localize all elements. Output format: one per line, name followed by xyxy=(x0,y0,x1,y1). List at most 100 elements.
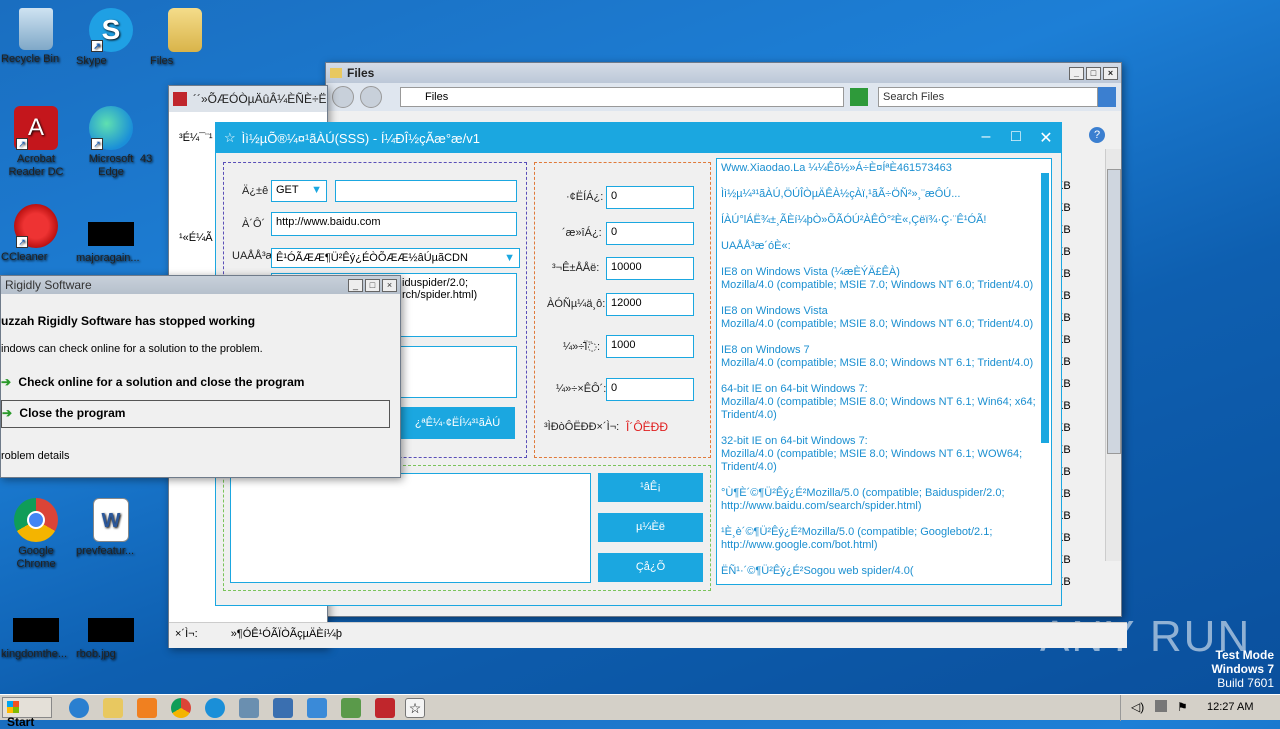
target-input[interactable] xyxy=(335,180,517,202)
problem-details-toggle[interactable]: roblem details xyxy=(1,450,69,462)
button-label: ¹âÊ¡ xyxy=(640,481,661,493)
alive-value: 0 xyxy=(611,226,618,238)
volume-icon[interactable]: ◁) xyxy=(1131,700,1144,714)
close-program-option[interactable]: ➔ Close the program xyxy=(1,400,390,428)
url-value: http://www.baidu.com xyxy=(276,216,381,228)
timeout-field[interactable]: 10000 xyxy=(606,257,694,280)
back-label: ¹«É¼Ã xyxy=(179,232,213,244)
ua-reference-list[interactable]: Www.Xiaodao.La ¼¼Êõ½»Á÷È¤ÍªÈ461573463 Ìì… xyxy=(716,158,1052,585)
minimize-button[interactable]: – xyxy=(971,128,1001,148)
alive-field[interactable]: 0 xyxy=(606,222,694,245)
desktop-icon-label: prevfeatur... xyxy=(76,545,135,557)
app-titlebar[interactable]: ☆ Ìì½µÕ®¼¤¹ãÀÚ(SSS) - Í¼ÐÎ½çÃæ°æ/v1 – □ … xyxy=(216,123,1061,153)
threads-label: ¼»÷Ï߳̄: xyxy=(563,341,601,353)
desktop-icon-ccleaner[interactable]: ↗ CCleaner xyxy=(1,204,71,263)
scroll-thumb[interactable] xyxy=(1041,173,1049,443)
start-send-button[interactable]: ¿ªÊ¼·¢ËÍ¼³¹ãÀÚ xyxy=(400,407,515,439)
desktop-icon-prevfeatur[interactable]: W prevfeatur... xyxy=(76,498,146,557)
minimize-button[interactable]: _ xyxy=(1069,66,1084,80)
help-icon[interactable]: ? xyxy=(1089,127,1105,143)
address-bar[interactable]: Files xyxy=(400,87,844,107)
system-tray: ◁) ⚑ 12:27 AM xyxy=(1120,695,1280,721)
explorer-icon[interactable] xyxy=(103,698,123,718)
tool-icon[interactable] xyxy=(307,698,327,718)
forward-button[interactable] xyxy=(360,86,382,108)
os-name-label: Windows 7 xyxy=(1211,662,1274,676)
method-select[interactable]: GET ▼ xyxy=(271,180,327,202)
media-player-icon[interactable] xyxy=(137,698,157,718)
list-item: 32-bit IE on 64-bit Windows 7: Mozilla/4… xyxy=(721,435,1023,473)
chrome-icon[interactable] xyxy=(171,698,191,718)
close-button[interactable]: × xyxy=(1103,66,1118,80)
clock[interactable]: 12:27 AM xyxy=(1207,701,1253,713)
desktop-icon-files[interactable]: Files xyxy=(150,8,220,67)
threads-field[interactable]: 1000 xyxy=(606,335,694,358)
app-red-icon[interactable] xyxy=(375,698,395,718)
desktop-icon-skype[interactable]: S ↗ Skype xyxy=(76,8,146,67)
desktop-icon-rbob[interactable]: rbob.jpg xyxy=(76,608,146,660)
chrome-icon xyxy=(14,498,58,542)
star-icon: ☆ xyxy=(224,130,236,145)
search-input[interactable]: Search Files xyxy=(878,87,1098,107)
desktop-icon-43[interactable]: 43 xyxy=(140,106,170,165)
window-icon[interactable] xyxy=(239,698,259,718)
url-input[interactable]: http://www.baidu.com xyxy=(271,212,517,236)
method-label: Ä¿±ê xyxy=(242,185,269,197)
desktop-icon-majoragain[interactable]: majoragain... xyxy=(76,212,146,264)
desktop-icon-label: CCleaner xyxy=(1,251,48,263)
file-thumbnail-icon xyxy=(88,222,134,246)
explorer-titlebar[interactable]: Files _ □ × xyxy=(326,63,1121,83)
file-size-cell: KB xyxy=(1056,356,1071,368)
test-mode-label: Test Mode xyxy=(1215,648,1274,662)
desktop-icon-recycle-bin[interactable]: Recycle Bin xyxy=(1,8,71,65)
search-icon[interactable] xyxy=(1098,87,1116,107)
url-label: À´Ô´ xyxy=(242,218,266,230)
sent-value: 0 xyxy=(611,190,618,202)
file-size-cell: KB xyxy=(1056,378,1071,390)
list-item: ËÑ¹·´©¶Ü²Êý¿É²Sogou web spider/4.0( xyxy=(721,565,914,577)
list-item: °Ù¶È´©¶Ü²Êý¿É²Mozilla/5.0 (compatible; B… xyxy=(721,487,1005,512)
desktop-icon-acrobat[interactable]: A ↗ Acrobat Reader DC xyxy=(1,106,71,178)
import-button[interactable]: µ¼Èë xyxy=(598,513,703,542)
interval-field[interactable]: 12000 xyxy=(606,293,694,316)
checklist-icon[interactable] xyxy=(341,698,361,718)
desktop-icon-kingdomthe[interactable]: kingdomthe... xyxy=(1,608,71,660)
minimize-button[interactable]: _ xyxy=(348,278,363,292)
network-icon[interactable] xyxy=(1155,700,1167,712)
check-online-option[interactable]: ➔ Check online for a solution and close … xyxy=(1,375,304,389)
scroll-thumb[interactable] xyxy=(1107,169,1121,454)
start-button[interactable]: Start xyxy=(2,697,52,729)
maximize-button[interactable]: □ xyxy=(1086,66,1101,80)
log-textarea[interactable] xyxy=(230,473,591,583)
refresh-button[interactable] xyxy=(850,88,868,106)
resource-field[interactable]: 0 xyxy=(606,378,694,401)
close-button[interactable]: × xyxy=(382,278,397,292)
threads-value: 1000 xyxy=(611,339,636,351)
desktop-icon-chrome[interactable]: Google Chrome xyxy=(1,498,71,570)
list-item: Www.Xiaodao.La ¼¼Êõ½»Á÷È¤ÍªÈ461573463 xyxy=(721,162,952,174)
edge-icon[interactable] xyxy=(205,698,225,718)
status-text: »¶Ó­Ê¹ÓÃÏÒÃçµÄÈí¼þ xyxy=(230,628,342,640)
ua-select[interactable]: Ê¹ÓÃÆÆ¶Ü²Êý¿ÉÒÕÆÆ½âÚµãCDN ▼ xyxy=(271,248,520,268)
interval-label: ÀÓÑµ¼ä¸ô: xyxy=(547,298,606,310)
dialog-titlebar[interactable]: Rigidly Software _ □ × xyxy=(1,276,400,294)
vertical-scrollbar[interactable] xyxy=(1105,149,1121,561)
desktop-icon-label: Skype xyxy=(76,55,107,67)
sent-field[interactable]: 0 xyxy=(606,186,694,209)
chevron-down-icon: ▼ xyxy=(311,184,322,196)
error-dialog[interactable]: Rigidly Software _ □ × uzzah Rigidly Sof… xyxy=(0,275,401,478)
option-label: Close the program xyxy=(19,406,126,420)
desktop-icon-edge[interactable]: ↗ Microsoft Edge xyxy=(76,106,146,178)
close-button[interactable]: ✕ xyxy=(1031,128,1061,148)
action-button-1[interactable]: ¹âÊ¡ xyxy=(598,473,703,502)
maximize-button[interactable]: □ xyxy=(1001,128,1031,148)
ie-icon[interactable] xyxy=(69,698,89,718)
back-app-titlebar[interactable]: ´´»ÕÆÓÒµÄûÂ¼ÈÑÈ÷Ë xyxy=(169,86,327,112)
clear-button[interactable]: Çå¿Õ xyxy=(598,553,703,582)
maximize-button[interactable]: □ xyxy=(365,278,380,292)
star-icon[interactable]: ☆ xyxy=(405,698,425,718)
back-button[interactable] xyxy=(332,86,354,108)
acrobat-icon[interactable] xyxy=(273,698,293,718)
ua-list-scrollbar[interactable] xyxy=(1041,163,1049,581)
flag-icon[interactable]: ⚑ xyxy=(1177,700,1188,714)
